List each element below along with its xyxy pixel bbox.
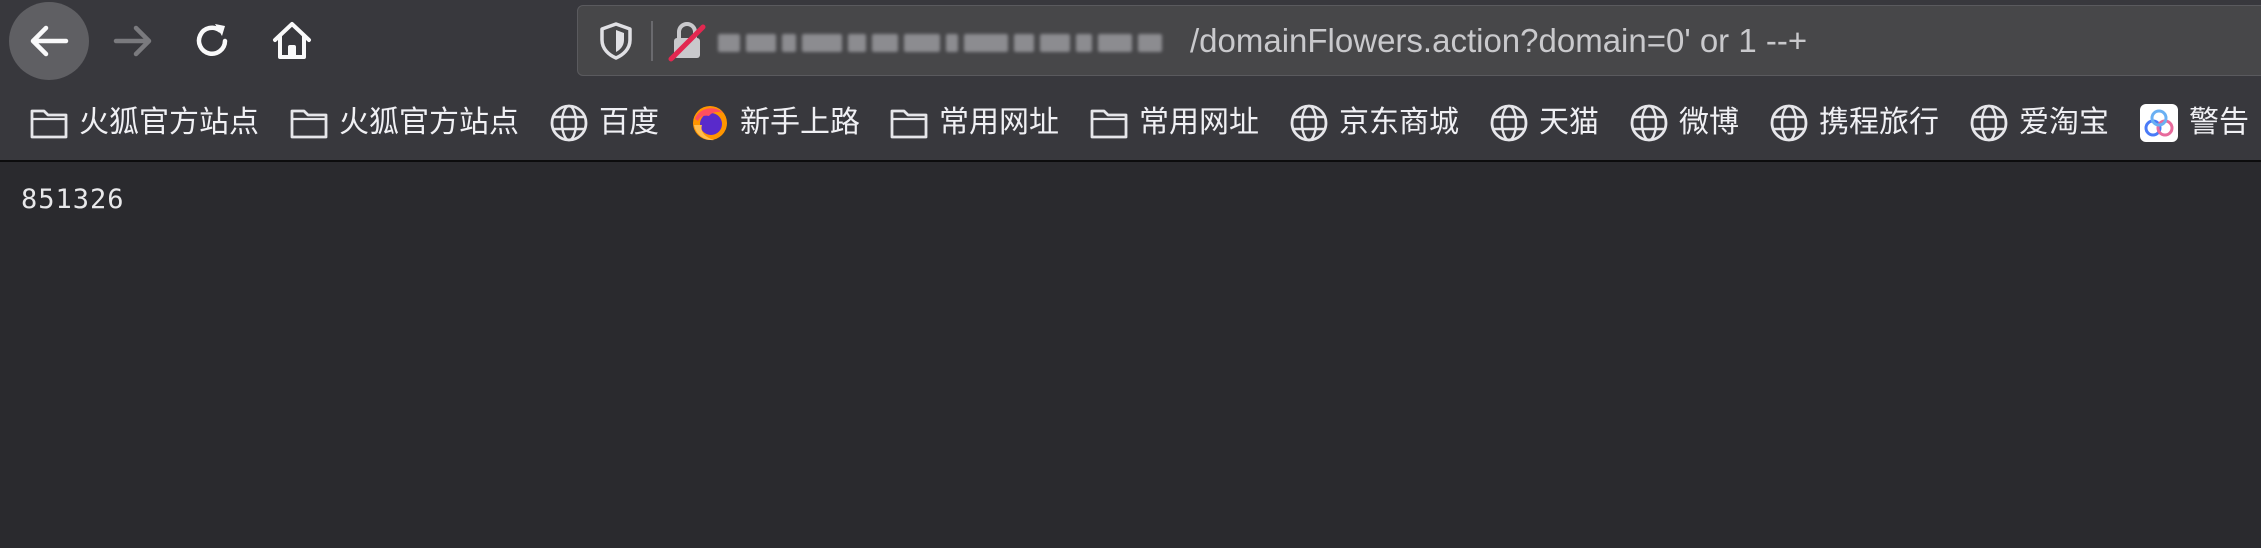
bookmark-jd[interactable]: 京东商城 [1289,102,1459,144]
firefox-icon [690,103,730,143]
url-path-text[interactable]: /domainFlowers.action?domain=0' or 1 --+ [1190,19,1807,63]
bookmark-getting-started[interactable]: 新手上路 [690,102,860,144]
globe-icon [1769,103,1809,143]
bookmark-folder-common-2[interactable]: 常用网址 [1089,102,1259,144]
shield-icon[interactable] [596,21,636,61]
bookmark-label: 常用网址 [939,105,1059,140]
navigation-toolbar: /domainFlowers.action?domain=0' or 1 --+ [0,0,2261,82]
bookmark-label: 携程旅行 [1819,105,1939,140]
url-host-redacted [718,26,1188,60]
bookmarks-toolbar: 火狐官方站点 火狐官方站点 百度 新手上路 常用网址 常用网址 京东商城 天猫 … [0,82,2261,162]
bookmark-label: 爱淘宝 [2019,105,2109,140]
globe-icon [1629,103,1669,143]
bookmark-label: 京东商城 [1339,105,1459,140]
bookmark-folder-common-1[interactable]: 常用网址 [889,102,1059,144]
home-icon [273,22,311,59]
bookmark-label: 微博 [1679,105,1739,140]
bookmark-weibo[interactable]: 微博 [1629,102,1739,144]
folder-icon [289,103,329,143]
app-icon [2139,103,2179,143]
bookmark-label: 百度 [599,105,659,140]
bookmark-aitaobao[interactable]: 爱淘宝 [1969,102,2109,144]
bookmark-tmall[interactable]: 天猫 [1489,102,1599,144]
urlbar-separator [651,21,653,61]
bookmark-baidu[interactable]: 百度 [549,102,659,144]
bookmark-ctrip[interactable]: 携程旅行 [1769,102,1939,144]
bookmark-folder-firefox-1[interactable]: 火狐官方站点 [29,102,259,144]
bookmark-label: 新手上路 [740,105,860,140]
home-button[interactable] [250,4,334,78]
bookmark-label: 警告 [2189,105,2249,140]
reload-icon [196,24,228,56]
insecure-lock-icon[interactable] [665,19,709,63]
bookmark-label: 常用网址 [1139,105,1259,140]
bookmark-folder-firefox-2[interactable]: 火狐官方站点 [289,102,519,144]
bookmark-warning[interactable]: 警告 [2139,102,2249,144]
bookmark-label: 火狐官方站点 [79,105,259,140]
globe-icon [1289,103,1329,143]
bookmark-label: 天猫 [1539,105,1599,140]
back-button[interactable] [9,2,89,80]
page-content: 851326 [0,162,2261,548]
bookmark-label: 火狐官方站点 [339,105,519,140]
folder-icon [1089,103,1129,143]
arrow-left-icon [30,25,69,57]
folder-icon [889,103,929,143]
url-bar[interactable]: /domainFlowers.action?domain=0' or 1 --+ [577,5,2261,76]
forward-button[interactable] [91,4,175,78]
globe-icon [1489,103,1529,143]
globe-icon [1969,103,2009,143]
globe-icon [549,103,589,143]
reload-button[interactable] [171,4,255,78]
folder-icon [29,103,69,143]
query-result-text: 851326 [21,184,125,215]
arrow-right-icon [113,25,152,57]
browser-window: /domainFlowers.action?domain=0' or 1 --+… [0,0,2261,548]
